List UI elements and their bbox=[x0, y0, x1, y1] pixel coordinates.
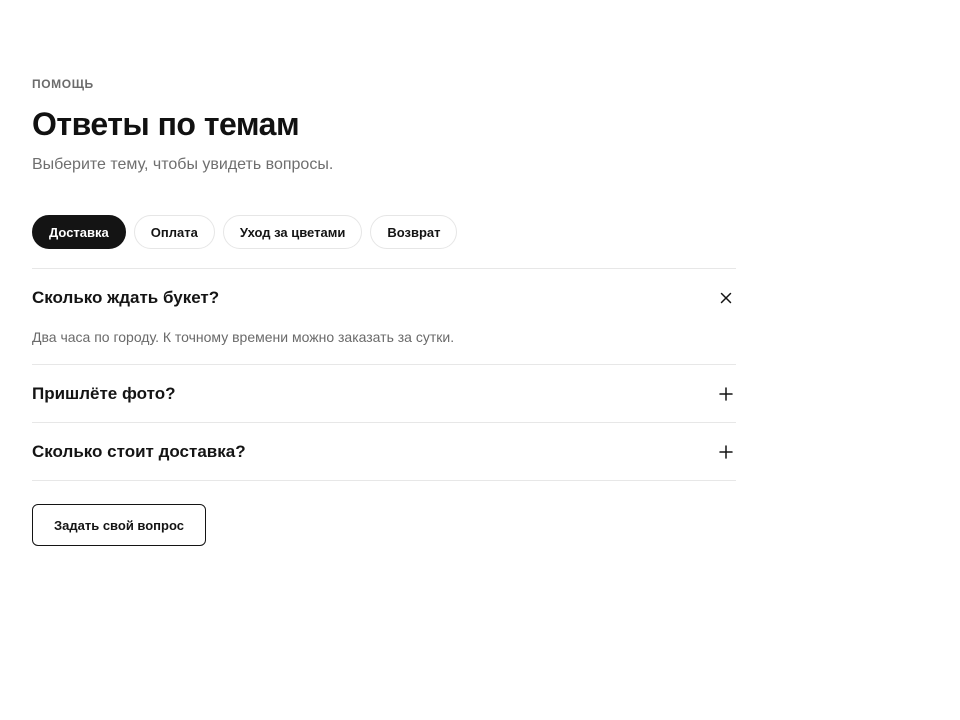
faq-question: Сколько ждать букет? bbox=[32, 287, 220, 307]
topic-tabs: Доставка Оплата Уход за цветами Возврат bbox=[32, 215, 736, 249]
plus-icon[interactable] bbox=[718, 444, 734, 460]
tab-flower-care[interactable]: Уход за цветами bbox=[222, 215, 363, 249]
faq-answer: Два часа по городу. К точному времени мо… bbox=[32, 329, 455, 345]
close-icon[interactable] bbox=[718, 290, 734, 306]
tab-delivery[interactable]: Доставка bbox=[32, 215, 126, 249]
faq-question-toggle[interactable]: Пришлёте фото? bbox=[32, 365, 736, 422]
faq-item: Сколько стоит доставка? bbox=[32, 423, 736, 481]
page-title: Ответы по темам bbox=[32, 106, 300, 142]
close-icon-glyph bbox=[720, 292, 732, 303]
ask-question-button[interactable]: Задать свой вопрос bbox=[32, 504, 206, 546]
faq-question-toggle[interactable]: Сколько стоит доставка? bbox=[32, 423, 736, 480]
plus-icon[interactable] bbox=[718, 386, 734, 402]
page-subtitle: Выберите тему, чтобы увидеть вопросы. bbox=[32, 156, 334, 173]
faq-question: Пришлёте фото? bbox=[32, 383, 176, 403]
tab-payment[interactable]: Оплата bbox=[133, 215, 215, 249]
faq-list: Сколько ждать букет? Два часа по городу.… bbox=[32, 268, 736, 481]
help-page: ПОМОЩЬ Ответы по темам Выберите тему, чт… bbox=[32, 76, 736, 546]
faq-item: Сколько ждать букет? Два часа по городу.… bbox=[32, 269, 736, 365]
faq-item: Пришлёте фото? bbox=[32, 365, 736, 423]
plus-icon-glyph bbox=[719, 386, 733, 401]
plus-icon-glyph bbox=[719, 444, 733, 459]
tab-returns[interactable]: Возврат bbox=[370, 215, 458, 249]
faq-question: Сколько стоит доставка? bbox=[32, 441, 246, 461]
section-eyebrow: ПОМОЩЬ bbox=[32, 77, 94, 91]
faq-question-toggle[interactable]: Сколько ждать букет? bbox=[32, 269, 736, 326]
